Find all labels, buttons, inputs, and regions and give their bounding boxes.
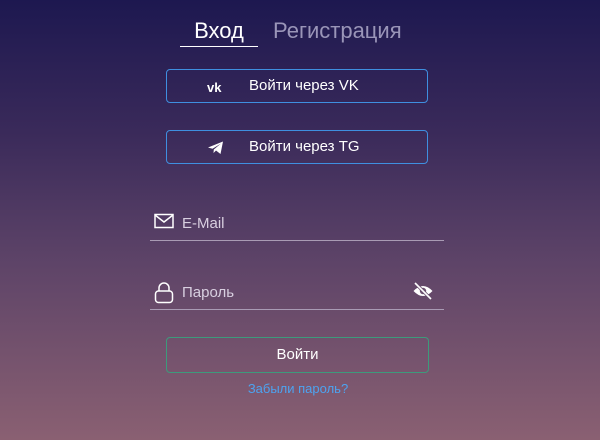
login-vk-label: Войти через VK [249, 77, 359, 94]
telegram-icon [207, 140, 225, 156]
svg-text:vk: vk [207, 80, 222, 95]
password-input[interactable] [182, 280, 402, 304]
password-field [150, 278, 444, 310]
tab-login[interactable]: Вход [180, 16, 258, 46]
forgot-password-link[interactable]: Забыли пароль? [0, 381, 596, 396]
envelope-icon [154, 213, 174, 234]
eye-slash-icon[interactable] [412, 281, 434, 301]
email-input[interactable] [182, 211, 402, 235]
tab-register[interactable]: Регистрация [273, 16, 402, 46]
login-submit-button[interactable]: Войти [166, 337, 429, 373]
vk-icon: vk [207, 79, 225, 95]
tab-active-underline [180, 46, 258, 47]
email-field [150, 209, 444, 241]
login-vk-button[interactable]: vk Войти через VK [166, 69, 428, 103]
auth-tabs: Вход Регистрация [0, 16, 600, 50]
lock-icon [154, 282, 174, 309]
login-tg-label: Войти через TG [249, 138, 360, 155]
login-tg-button[interactable]: Войти через TG [166, 130, 428, 164]
